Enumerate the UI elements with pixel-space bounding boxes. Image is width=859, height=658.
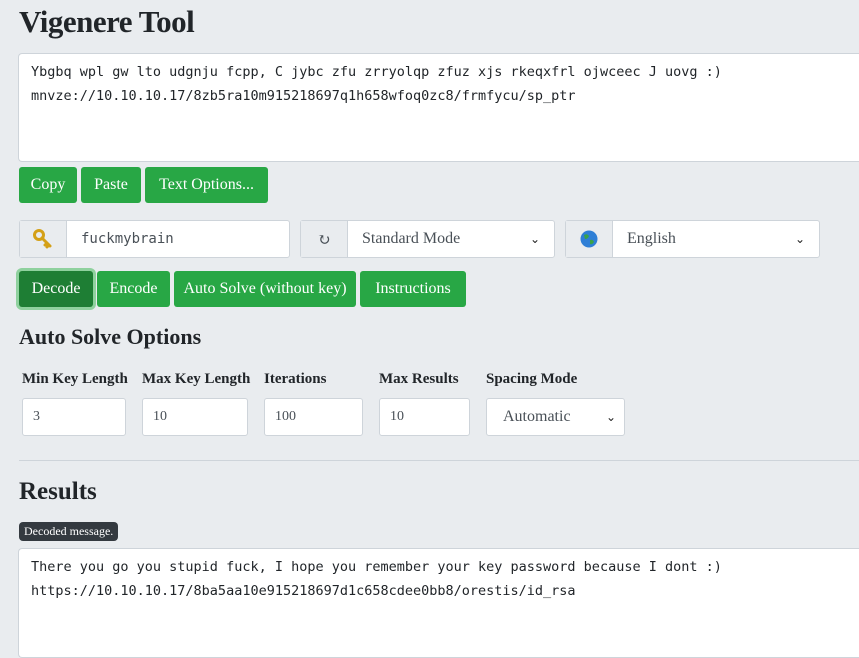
results-heading: Results — [19, 478, 97, 505]
divider — [19, 460, 859, 461]
chevron-down-icon: ⌄ — [529, 232, 540, 246]
max-key-length-input[interactable]: 10 — [142, 398, 248, 436]
mode-select-value: Standard Mode — [362, 230, 461, 247]
text-options-button[interactable]: Text Options... — [145, 167, 268, 203]
mode-input-group: ↻ Standard Mode ⌄ — [300, 220, 555, 258]
copy-button[interactable]: Copy — [19, 167, 77, 203]
chevron-down-icon: ⌄ — [605, 410, 616, 424]
spacing-mode-select[interactable]: Automatic ⌄ — [486, 398, 625, 436]
auto-solve-button[interactable]: Auto Solve (without key) — [174, 271, 356, 307]
language-select-value: English — [627, 230, 676, 247]
max-key-length-label: Max Key Length — [142, 371, 251, 387]
key-icon — [20, 221, 67, 257]
page-title: Vigenere Tool — [19, 4, 195, 39]
iterations-label: Iterations — [264, 371, 327, 387]
max-results-label: Max Results — [379, 371, 459, 387]
input-textarea[interactable]: Ybgbq wpl gw lto udgnju fcpp, C jybc zfu… — [18, 53, 859, 162]
spacing-mode-label: Spacing Mode — [486, 371, 578, 387]
min-key-length-input[interactable]: 3 — [22, 398, 126, 436]
key-input[interactable]: fuckmybrain — [67, 221, 289, 257]
min-key-length-label: Min Key Length — [22, 371, 128, 387]
key-input-group: fuckmybrain — [19, 220, 290, 258]
language-input-group: English ⌄ — [565, 220, 820, 258]
mode-select[interactable]: Standard Mode ⌄ — [348, 221, 554, 257]
status-badge: Decoded message. — [19, 522, 119, 541]
language-select[interactable]: English ⌄ — [613, 221, 819, 257]
encode-button[interactable]: Encode — [97, 271, 170, 307]
auto-solve-heading: Auto Solve Options — [19, 324, 202, 349]
chevron-down-icon: ⌄ — [794, 232, 805, 246]
max-results-input[interactable]: 10 — [379, 398, 470, 436]
iterations-input[interactable]: 100 — [264, 398, 363, 436]
globe-icon — [566, 221, 613, 257]
decode-button[interactable]: Decode — [19, 271, 93, 307]
paste-button[interactable]: Paste — [81, 167, 141, 203]
spacing-mode-value: Automatic — [503, 408, 571, 425]
refresh-icon: ↻ — [301, 221, 348, 257]
instructions-button[interactable]: Instructions — [360, 271, 466, 307]
